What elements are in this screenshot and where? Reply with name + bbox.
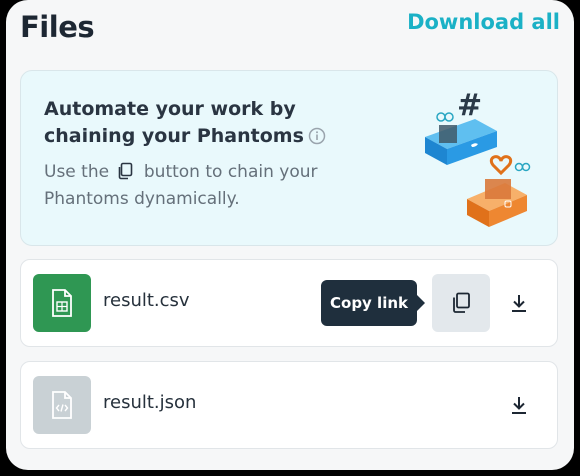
copy-link-tooltip: Copy link xyxy=(321,280,425,326)
promo-heading-text: Automate your work by chaining your Phan… xyxy=(44,98,304,147)
promo-heading: Automate your work by chaining your Phan… xyxy=(44,96,334,150)
download-button[interactable] xyxy=(505,288,533,318)
promo-body-start: Use the xyxy=(44,162,110,182)
file-row-result-csv: result.csv Copy link xyxy=(20,259,558,347)
file-name: result.json xyxy=(103,392,197,413)
hashtag-icon: # xyxy=(457,88,482,123)
chain-promo-card: Automate your work by chaining your Phan… xyxy=(20,70,558,246)
copy-icon xyxy=(453,292,470,313)
copy-link-button[interactable] xyxy=(432,274,490,332)
download-icon xyxy=(512,295,526,312)
code-file-icon xyxy=(33,376,91,434)
info-icon[interactable] xyxy=(308,127,326,145)
phantom-chain-illustration: # xyxy=(425,88,531,227)
spreadsheet-file-icon xyxy=(33,274,91,332)
files-panel: Files Download all Automate your work by… xyxy=(6,0,574,470)
copy-icon xyxy=(119,162,133,180)
download-icon xyxy=(512,397,526,414)
file-name: result.csv xyxy=(103,290,190,311)
promo-body: Use the button to chain your Phantoms dy… xyxy=(44,159,344,213)
page-title: Files xyxy=(20,10,95,44)
blue-block: # xyxy=(425,88,497,165)
heart-icon xyxy=(489,155,513,176)
download-all-link[interactable]: Download all xyxy=(407,10,560,34)
download-button[interactable] xyxy=(505,390,533,420)
orange-block xyxy=(467,155,531,227)
file-row-result-json: result.json xyxy=(20,361,558,449)
